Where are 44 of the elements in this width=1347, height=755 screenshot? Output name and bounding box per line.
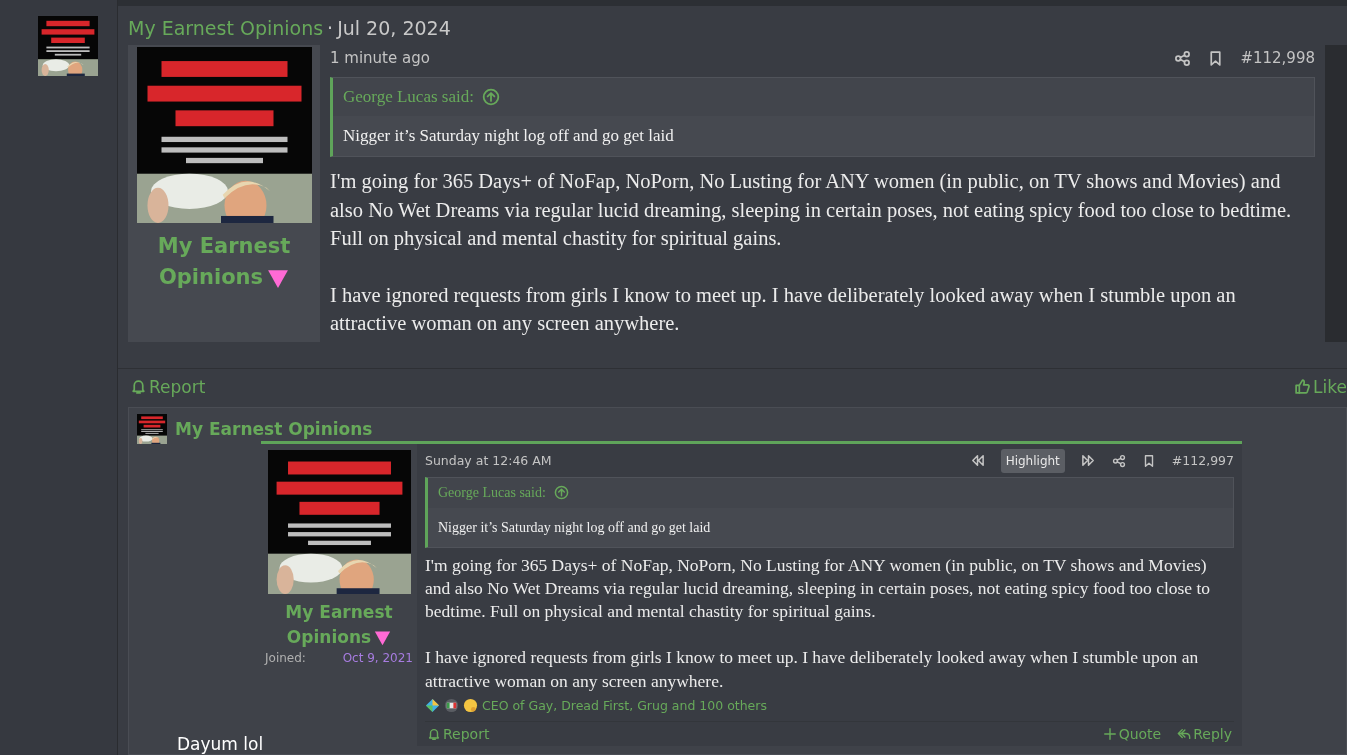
separator: · xyxy=(327,16,334,41)
post-text: I have ignored requests from girls I know to meet up. I have deliberately looked away when I stumble upon an attractive woman on any screen anywhere. xyxy=(425,646,1200,693)
share-icon[interactable] xyxy=(1111,453,1126,468)
arrow-up-icon[interactable] xyxy=(481,88,500,106)
comment-text: Dayum lol xyxy=(176,734,264,754)
rewind-icon[interactable] xyxy=(969,453,985,468)
plus-icon xyxy=(1102,727,1117,741)
quote-text: Nigger it’s Saturday night log off and go get laid xyxy=(333,116,1314,156)
bell-icon xyxy=(427,727,441,741)
quote-author[interactable]: George Lucas said: xyxy=(438,482,546,503)
post-text: I have ignored requests from girls I know to meet up. I have deliberately looked away when I stumble upon an attractive woman on any screen anywhere. xyxy=(330,282,1237,337)
report-button[interactable]: Report xyxy=(130,374,206,399)
quote-text: Nigger it’s Saturday night log off and go get laid xyxy=(428,507,1233,547)
highlight-button[interactable]: Highlight xyxy=(1000,448,1065,473)
joined-label: Joined: xyxy=(265,649,306,666)
reaction-icon xyxy=(463,698,478,714)
post-time: Sunday at 12:46 AM xyxy=(425,451,552,470)
user-name[interactable]: My Earnest Opinions xyxy=(134,231,314,293)
share-icon[interactable] xyxy=(1174,49,1192,67)
report-button[interactable]: Report xyxy=(427,724,490,744)
author-link[interactable]: My Earnest Opinions xyxy=(128,15,324,41)
reply-icon xyxy=(1177,727,1192,741)
post-number[interactable]: #112,997 xyxy=(1171,450,1234,471)
post-text: I'm going for 365 Days+ of NoFap, NoPorn, No Lusting for ANY women (in public, on TV shows and Movies) and also No Wet Dreams via regular lucid dreaming, sleeping in certain poses, not eating spicy food too close to bedtime. Full on physical and mental chastity for spiritual gains. xyxy=(425,553,1212,624)
triangle-icon xyxy=(374,629,392,646)
quote-author[interactable]: George Lucas said: xyxy=(343,85,474,109)
fast-forward-icon[interactable] xyxy=(1080,453,1096,468)
thumbs-up-icon xyxy=(1294,378,1312,395)
user-name[interactable]: My Earnest Opinions xyxy=(265,599,413,650)
post-date: Jul 20, 2024 xyxy=(337,16,451,41)
quote-button[interactable]: Quote xyxy=(1102,724,1162,744)
reaction-icon xyxy=(444,698,459,714)
reaction-list-link[interactable]: CEO of Gay, Dread First, Grug and 100 others xyxy=(482,697,767,715)
like-button[interactable]: Like xyxy=(1294,374,1347,399)
bell-icon xyxy=(130,378,147,395)
post-time: 1 minute ago xyxy=(330,48,430,69)
post-text: I'm going for 365 Days+ of NoFap, NoPorn, No Lusting for ANY women (in public, on TV shows and Movies) and also No Wet Dreams via regular lucid dreaming, sleeping in certain poses, not eating spicy food too close to bedtime. Full on physical and mental chastity for spiritual gains. xyxy=(330,169,1293,252)
reply-button[interactable]: Reply xyxy=(1177,724,1232,744)
user-name[interactable]: My Earnest Opinions xyxy=(175,417,373,440)
triangle-icon xyxy=(267,267,290,289)
post-number[interactable]: #112,998 xyxy=(1240,47,1315,69)
reaction-icon xyxy=(425,698,440,714)
joined-date: Oct 9, 2021 xyxy=(342,649,413,666)
arrow-up-icon[interactable] xyxy=(553,485,569,500)
